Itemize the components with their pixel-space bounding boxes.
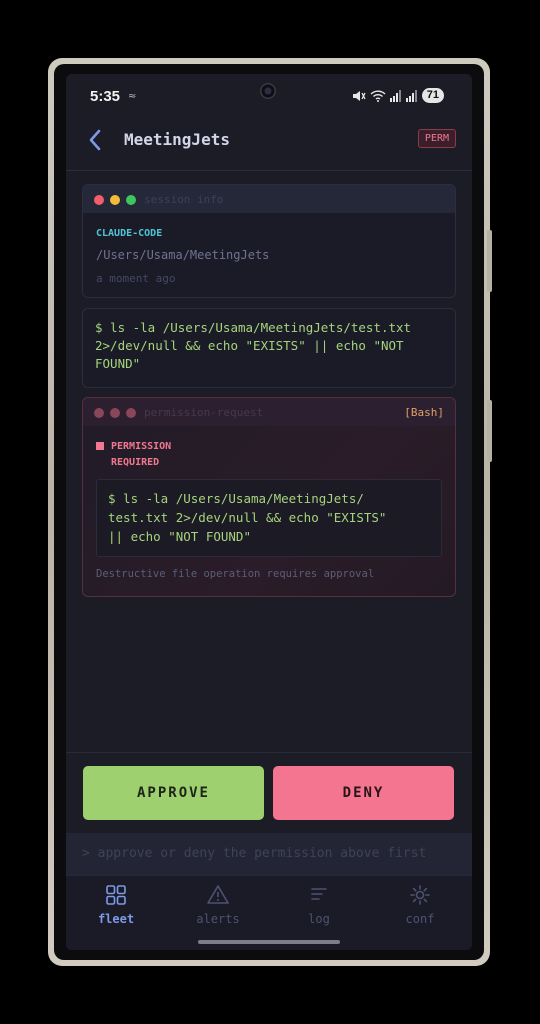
dot-icon bbox=[126, 408, 136, 418]
deny-button[interactable]: DENY bbox=[273, 766, 454, 820]
nav-label: log bbox=[308, 912, 330, 926]
nav-item-log[interactable]: log bbox=[279, 884, 359, 926]
sun-gear-icon bbox=[410, 885, 430, 905]
warning-icon bbox=[207, 885, 229, 904]
command-input[interactable]: > approve or deny the permission above f… bbox=[66, 833, 472, 875]
grid-icon bbox=[106, 885, 126, 905]
status-time: 5:35 bbox=[90, 88, 121, 105]
app-header: MeetingJets PERM bbox=[66, 118, 472, 171]
card-bar-label: session info bbox=[144, 193, 224, 206]
card-bar-label: permission-request bbox=[144, 406, 264, 419]
nav-label: fleet bbox=[97, 912, 135, 926]
cell-signal-icon bbox=[389, 89, 401, 102]
approve-button[interactable]: APPROVE bbox=[83, 766, 264, 820]
nav-item-alerts[interactable]: alerts bbox=[178, 884, 258, 926]
session-info-card: session info CLAUDE-CODE /Users/Usama/Me… bbox=[82, 184, 456, 298]
wifi-icon bbox=[370, 89, 386, 102]
tool-tag: [Bash] bbox=[404, 406, 444, 419]
yellow-dot-icon bbox=[110, 195, 120, 205]
app-screen: 5:35 ≈ 71 MeetingJets PERM session info … bbox=[66, 74, 472, 950]
back-arrow-icon[interactable] bbox=[84, 128, 108, 152]
session-timestamp: a moment ago bbox=[96, 272, 176, 285]
status-bar: 5:35 ≈ 71 bbox=[66, 74, 472, 118]
battery-level: 71 bbox=[421, 88, 444, 103]
green-dot-icon bbox=[126, 195, 136, 205]
session-path: /Users/Usama/MeetingJets bbox=[96, 248, 270, 262]
card-title-bar: session info bbox=[83, 185, 455, 213]
divider bbox=[66, 752, 472, 753]
status-icons: 71 bbox=[352, 88, 444, 103]
mute-icon bbox=[352, 90, 366, 101]
command-card: $ ls -la /Users/Usama/MeetingJets/test.t… bbox=[82, 308, 456, 388]
side-button bbox=[487, 230, 492, 292]
nav-label: conf bbox=[405, 912, 435, 926]
side-button bbox=[487, 400, 492, 462]
card-title-bar: permission-request [Bash] bbox=[83, 398, 455, 426]
input-placeholder: > approve or deny the permission above f… bbox=[82, 846, 427, 861]
bottom-nav: fleet alerts log conf bbox=[66, 875, 472, 950]
nav-item-fleet[interactable]: fleet bbox=[76, 884, 156, 926]
permission-heading: PERMISSION REQUIRED bbox=[111, 441, 172, 468]
front-camera bbox=[260, 83, 276, 99]
page-title: MeetingJets bbox=[124, 130, 230, 149]
dot-icon bbox=[110, 408, 120, 418]
nav-item-conf[interactable]: conf bbox=[380, 884, 460, 926]
list-icon bbox=[311, 888, 327, 900]
permission-note: Destructive file operation requires appr… bbox=[96, 568, 375, 580]
permission-command-box: $ ls -la /Users/Usama/MeetingJets/ test.… bbox=[96, 479, 442, 557]
command-text: $ ls -la /Users/Usama/MeetingJets/test.t… bbox=[95, 320, 412, 371]
signal-activity-icon: ≈ bbox=[128, 91, 137, 102]
dot-icon bbox=[94, 408, 104, 418]
nav-label: alerts bbox=[196, 912, 240, 926]
permission-command-text: $ ls -la /Users/Usama/MeetingJets/ test.… bbox=[108, 491, 387, 544]
alert-square-icon bbox=[96, 442, 104, 450]
permission-request-card: permission-request [Bash] PERMISSION REQ… bbox=[82, 397, 456, 597]
red-dot-icon bbox=[94, 195, 104, 205]
home-indicator[interactable] bbox=[198, 940, 340, 944]
agent-name: CLAUDE-CODE bbox=[96, 228, 163, 239]
perm-status-badge: PERM bbox=[417, 129, 456, 148]
cell-signal-icon bbox=[405, 89, 417, 102]
